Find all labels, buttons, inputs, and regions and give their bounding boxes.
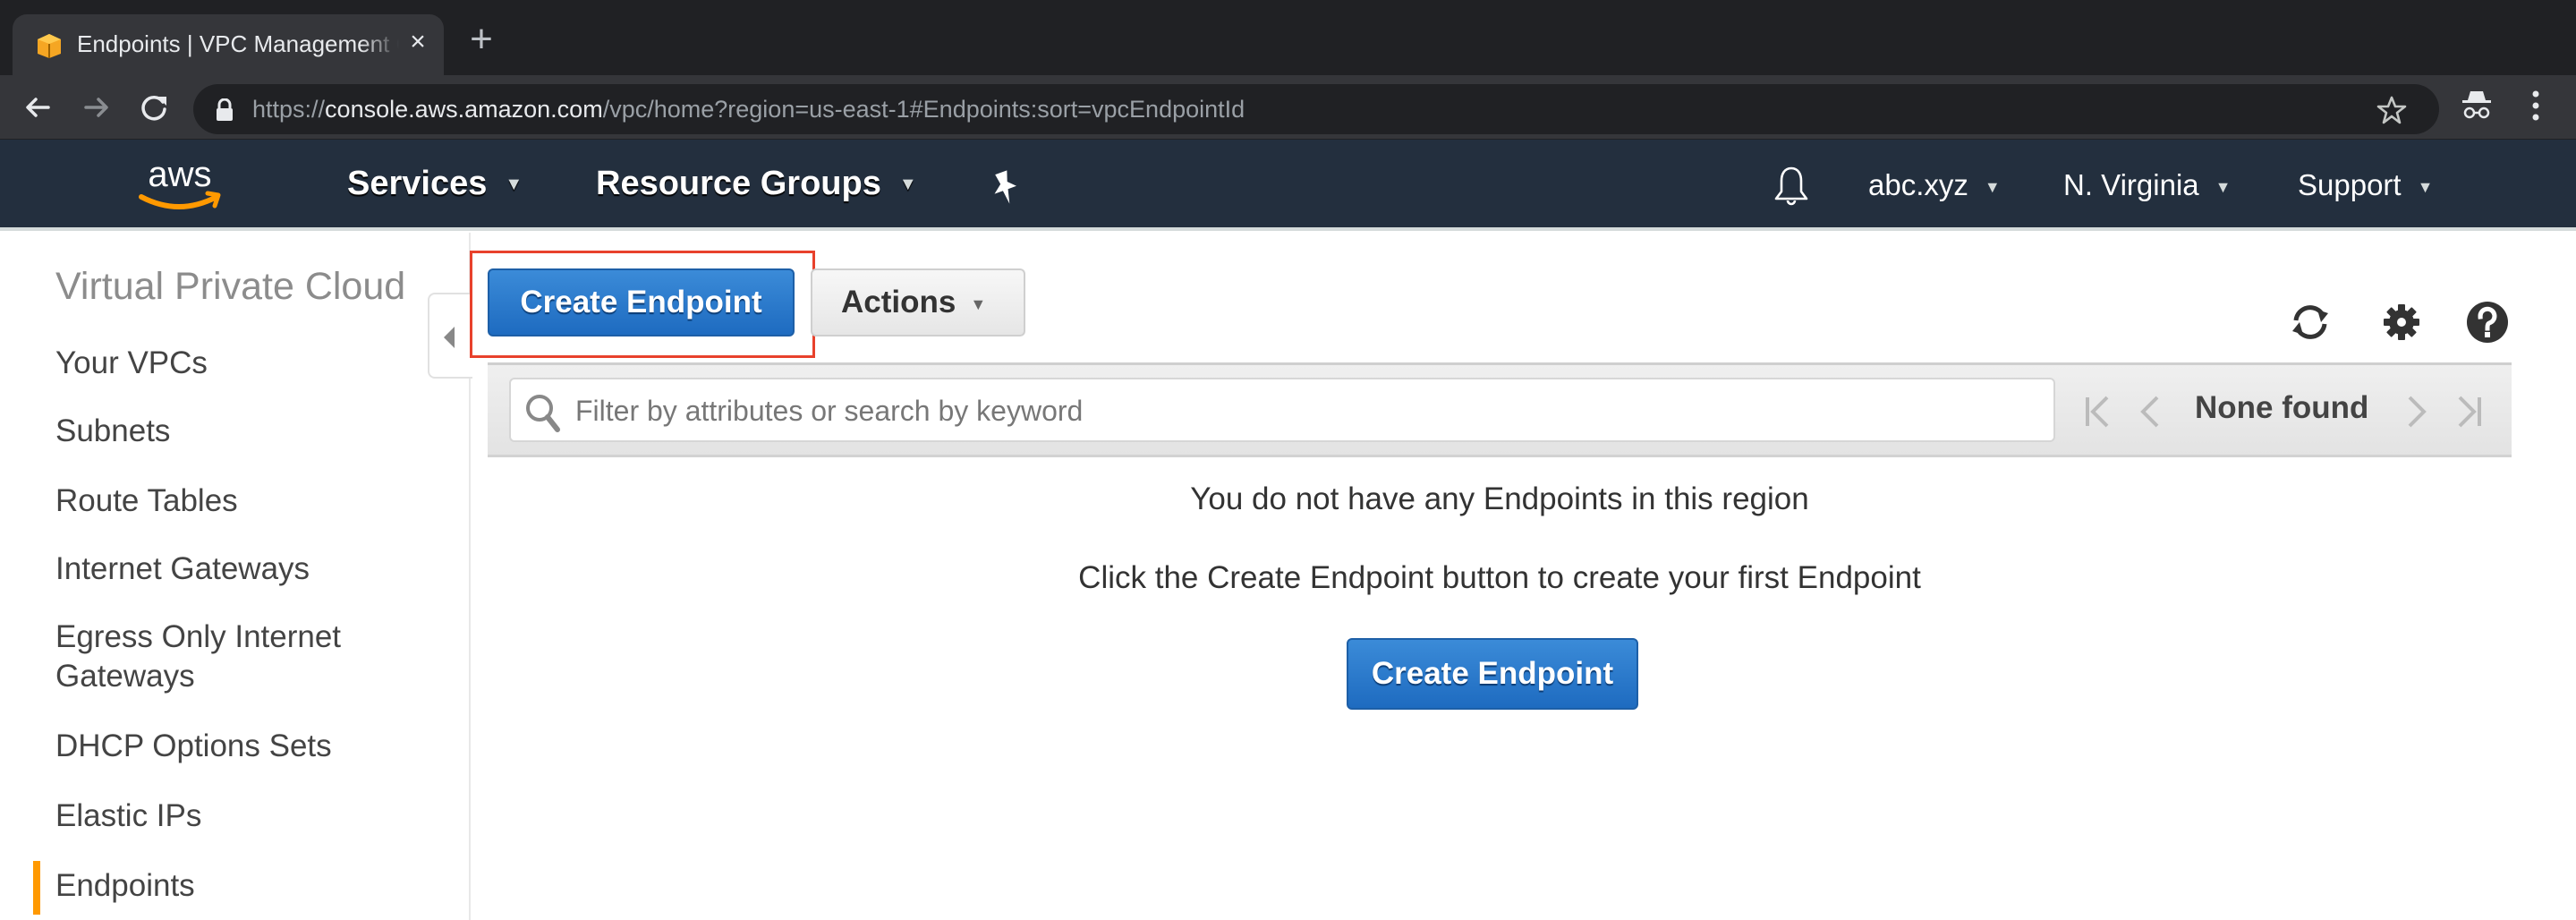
sidebar: Virtual Private Cloud Your VPCs Subnets …	[0, 233, 471, 920]
chevron-down-icon: ▼	[505, 175, 523, 195]
help-icon[interactable]	[2464, 299, 2511, 345]
resource-groups-label: Resource Groups	[596, 165, 881, 202]
sidebar-item-subnets[interactable]: Subnets	[55, 412, 431, 451]
services-menu[interactable]: Services ▼	[347, 165, 523, 203]
create-endpoint-button-empty-state[interactable]: Create Endpoint	[1347, 638, 1638, 710]
next-page-icon[interactable]	[2399, 392, 2435, 431]
previous-page-icon[interactable]	[2132, 392, 2168, 431]
active-indicator	[33, 861, 40, 915]
support-label: Support	[2298, 168, 2402, 201]
actions-dropdown[interactable]: Actions ▼	[811, 268, 1025, 336]
search-icon	[526, 395, 560, 432]
kebab-menu-icon[interactable]	[2529, 88, 2543, 124]
sidebar-title: Virtual Private Cloud	[55, 265, 406, 308]
first-page-icon[interactable]	[2080, 392, 2116, 431]
last-page-icon[interactable]	[2451, 392, 2487, 431]
support-menu[interactable]: Support ▼	[2298, 168, 2433, 202]
aws-logo-text: aws	[148, 158, 211, 194]
back-arrow-icon[interactable]	[20, 89, 55, 125]
create-endpoint-button[interactable]: Create Endpoint	[488, 268, 795, 336]
chevron-down-icon: ▼	[2215, 177, 2232, 196]
sidebar-item-egress-only-internet-gateways[interactable]: Egress Only Internet Gateways	[55, 618, 395, 696]
url-host: console.aws.amazon.com	[325, 96, 603, 123]
search-box[interactable]	[509, 378, 2055, 442]
empty-state-message: You do not have any Endpoints in this re…	[1190, 481, 1809, 516]
forward-arrow-icon[interactable]	[79, 89, 115, 125]
pushpin-icon[interactable]	[990, 170, 1022, 206]
chevron-down-icon: ▼	[2417, 177, 2434, 196]
chevron-down-icon: ▼	[898, 175, 917, 195]
notifications-bell-icon[interactable]	[1772, 165, 1811, 208]
tab-title: Endpoints | VPC Management Console	[77, 30, 399, 57]
sidebar-item-internet-gateways[interactable]: Internet Gateways	[55, 549, 431, 589]
sidebar-item-dhcp-options-sets[interactable]: DHCP Options Sets	[55, 727, 431, 766]
aws-console-nav: aws Services ▼ Resource Groups ▼ abc.xyz ▼ …	[0, 140, 2576, 231]
sidebar-item-elastic-ips[interactable]: Elastic IPs	[55, 796, 431, 836]
bookmark-star-icon[interactable]	[2376, 95, 2407, 125]
region-label: N. Virginia	[2063, 168, 2199, 201]
url-text: https://console.aws.amazon.com/vpc/home?…	[252, 96, 1245, 124]
aws-logo-icon[interactable]: aws	[132, 158, 227, 215]
caret-left-icon	[444, 327, 455, 348]
tab-close-icon[interactable]: ×	[403, 27, 433, 57]
actions-label: Actions	[841, 285, 956, 319]
pager-status: None found	[2195, 390, 2369, 425]
new-tab-button[interactable]: +	[463, 20, 499, 59]
chevron-down-icon: ▼	[970, 294, 987, 313]
reload-icon[interactable]	[136, 89, 172, 125]
resource-groups-menu[interactable]: Resource Groups ▼	[596, 165, 917, 203]
refresh-icon[interactable]	[2287, 299, 2334, 345]
account-menu[interactable]: abc.xyz ▼	[1868, 168, 2001, 202]
url-scheme: https://	[252, 96, 326, 123]
browser-tab[interactable]: Endpoints | VPC Management Console ×	[13, 14, 444, 75]
sidebar-item-endpoints[interactable]: Endpoints	[55, 866, 431, 906]
address-bar[interactable]: https://console.aws.amazon.com/vpc/home?…	[193, 84, 2439, 134]
url-path: /vpc/home?region=us-east-1#Endpoints:sor…	[602, 96, 1245, 123]
chevron-down-icon: ▼	[1984, 177, 2001, 196]
browser-toolbar: https://console.aws.amazon.com/vpc/home?…	[0, 75, 2576, 140]
aws-favicon-icon	[38, 34, 61, 58]
search-input[interactable]	[575, 388, 2007, 433]
filter-bar: None found	[488, 362, 2512, 457]
account-label: abc.xyz	[1868, 168, 1968, 201]
sidebar-item-your-vpcs[interactable]: Your VPCs	[55, 344, 431, 383]
empty-state-hint: Click the Create Endpoint button to crea…	[1078, 560, 1921, 595]
sidebar-item-route-tables[interactable]: Route Tables	[55, 481, 431, 521]
incognito-icon[interactable]	[2461, 88, 2493, 124]
services-label: Services	[347, 165, 488, 202]
lock-icon	[217, 98, 233, 121]
settings-gear-icon[interactable]	[2378, 299, 2425, 345]
region-menu[interactable]: N. Virginia ▼	[2063, 168, 2231, 202]
browser-tab-bar: Endpoints | VPC Management Console × +	[0, 0, 2576, 75]
collapse-sidebar-toggle[interactable]	[428, 293, 472, 379]
